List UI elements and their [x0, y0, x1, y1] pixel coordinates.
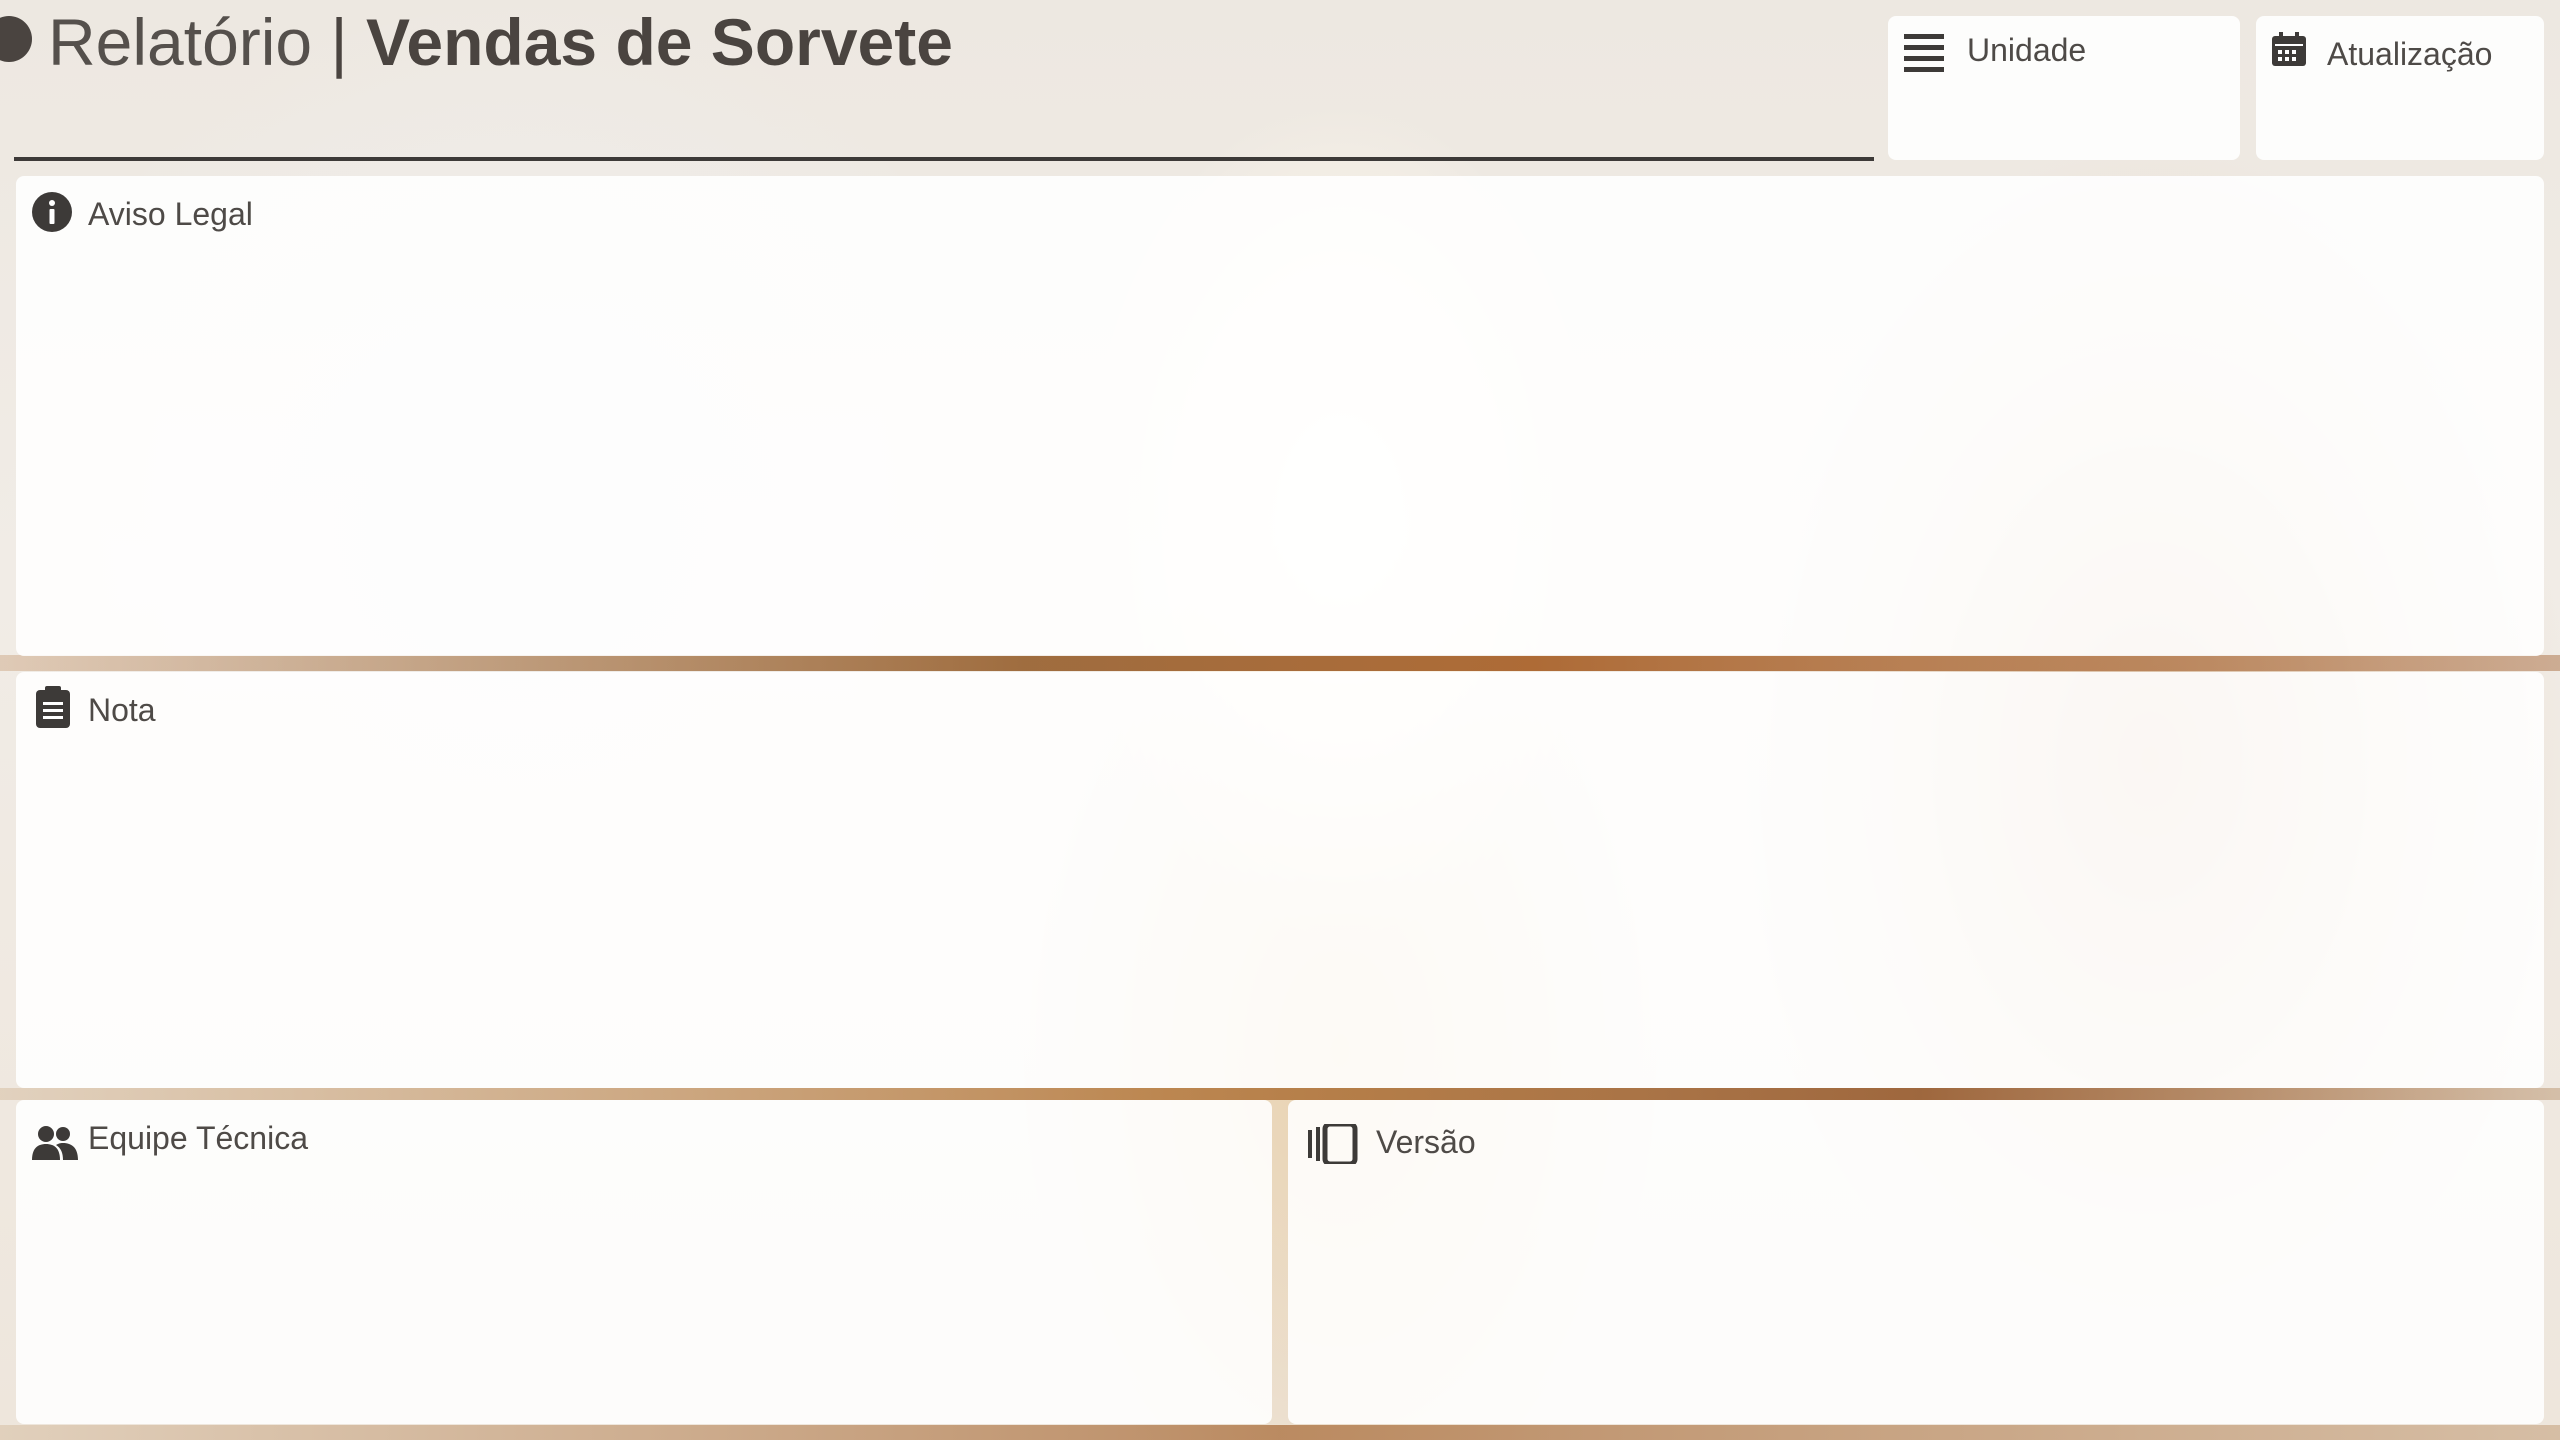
aviso-legal-label: Aviso Legal	[88, 196, 253, 232]
title-divider	[14, 157, 1874, 161]
background-band	[0, 1088, 2560, 1100]
clipboard-icon	[36, 686, 70, 728]
nota-panel: Nota	[16, 672, 2544, 1088]
atualizacao-label: Atualização	[2327, 36, 2493, 72]
unidade-filter[interactable]: Unidade	[1888, 16, 2240, 160]
page-title: Relatório | Vendas de Sorvete	[48, 2, 953, 82]
nota-label: Nota	[88, 692, 156, 728]
background-band	[0, 1425, 2560, 1440]
equipe-tecnica-panel: Equipe Técnica	[16, 1100, 1272, 1424]
versao-panel: Versão	[1288, 1100, 2544, 1424]
page-title-separator: |	[330, 5, 348, 79]
info-icon	[32, 192, 72, 232]
page-title-report: Relatório	[48, 5, 313, 79]
people-icon	[32, 1126, 78, 1160]
equipe-tecnica-label: Equipe Técnica	[88, 1120, 308, 1156]
page-title-subject: Vendas de Sorvete	[365, 5, 953, 79]
background-band	[0, 655, 2560, 671]
atualizacao-filter[interactable]: Atualização	[2256, 16, 2544, 160]
carousel-icon	[1308, 1124, 1358, 1164]
title-bullet	[0, 16, 32, 62]
versao-label: Versão	[1376, 1124, 1476, 1160]
list-lines-icon	[1904, 34, 1944, 72]
aviso-legal-panel: Aviso Legal	[16, 176, 2544, 656]
calendar-icon	[2272, 32, 2306, 66]
unidade-label: Unidade	[1967, 32, 2087, 68]
